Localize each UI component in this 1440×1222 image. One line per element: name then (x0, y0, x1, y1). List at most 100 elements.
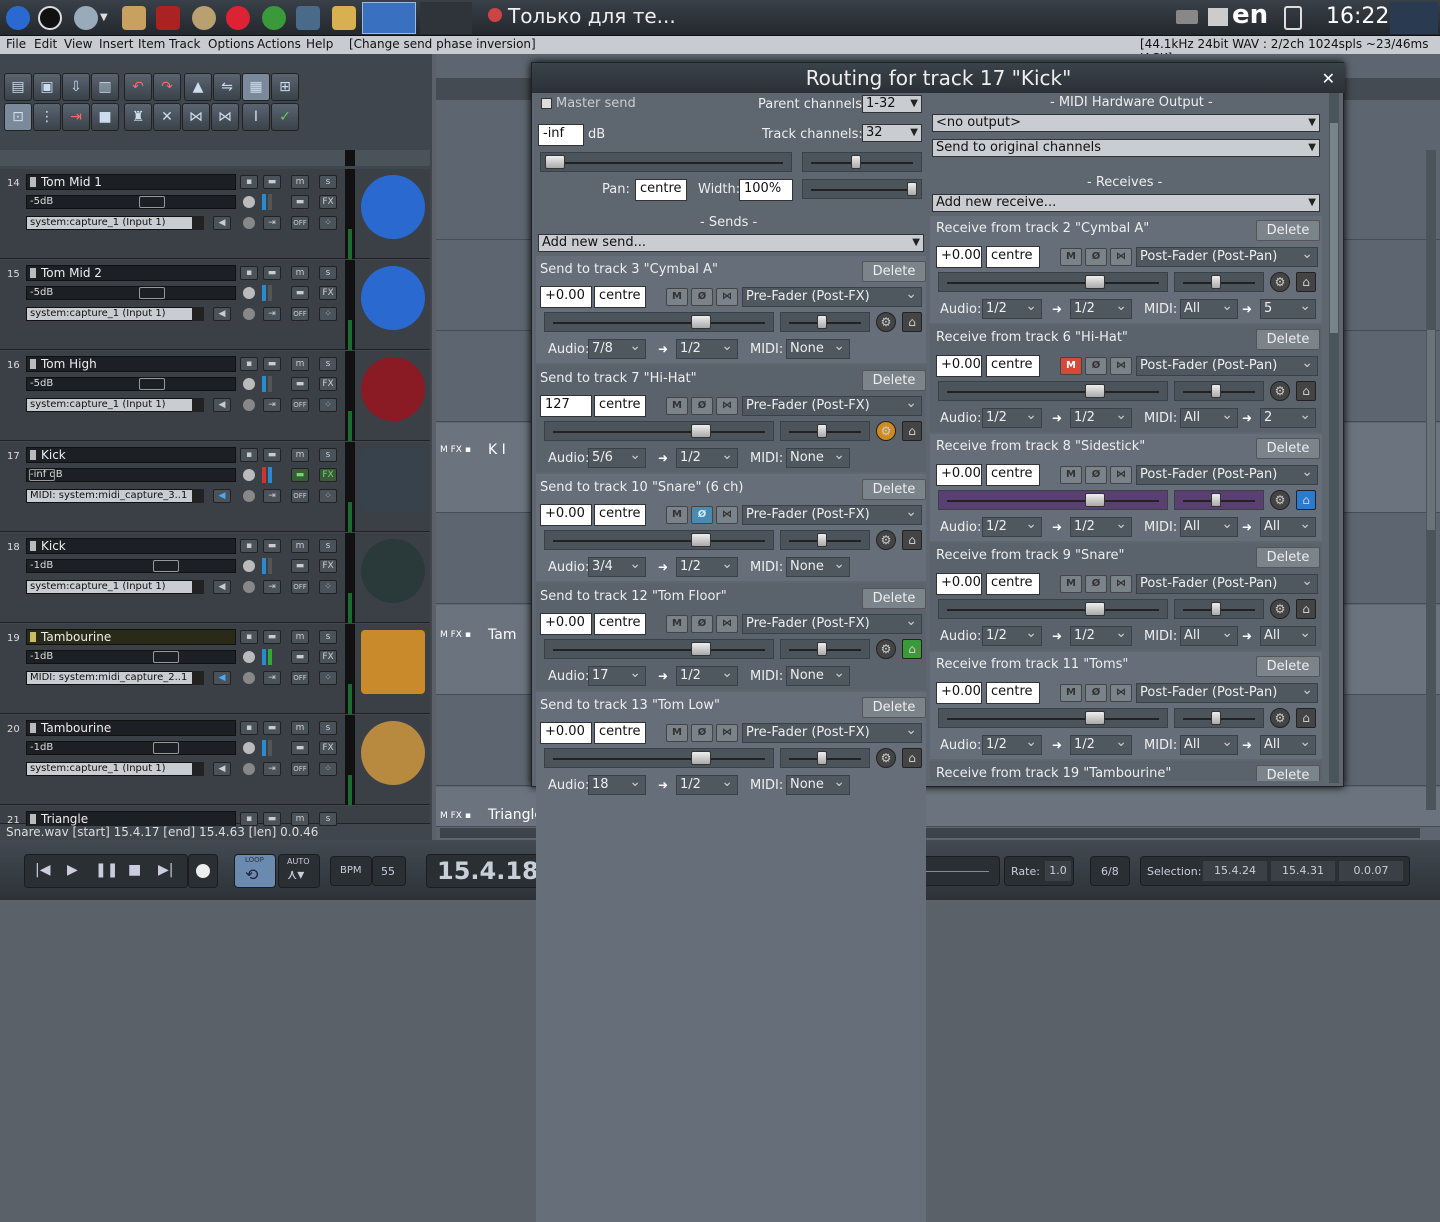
mute-button[interactable]: M (666, 615, 688, 633)
send-pan-slider[interactable] (780, 748, 870, 768)
fx-bypass-icon[interactable]: ▬ (291, 195, 309, 209)
pan-knob-icon[interactable] (243, 651, 255, 663)
phase-invert-button[interactable]: Ø (691, 724, 713, 742)
envelope-icon[interactable]: ⇥ (263, 398, 281, 412)
midi-fader-icon[interactable]: ⚙ (1270, 708, 1290, 728)
bpm-field[interactable]: 55 (372, 856, 406, 886)
send-mode-dropdown[interactable]: Pre-Fader (Post-FX) (742, 503, 922, 525)
phase-icon[interactable]: ▬ (263, 630, 281, 644)
receive-volume-slider[interactable] (938, 599, 1168, 619)
midi-dropdown[interactable]: None (786, 337, 850, 359)
send-pan-slider[interactable] (780, 530, 870, 550)
envelope-icon[interactable]: ⌂ (1296, 381, 1316, 401)
phase-invert-button[interactable]: Ø (1085, 575, 1107, 593)
routing-icon[interactable]: ⁘ (319, 216, 337, 230)
phase-invert-button[interactable]: Ø (691, 397, 713, 415)
desktop-pager[interactable] (1390, 2, 1438, 34)
mono-button[interactable]: ⋈ (1110, 466, 1132, 484)
slider-knob[interactable] (691, 642, 711, 656)
auto-button[interactable]: AUTO ⋏▾ (278, 854, 320, 888)
solo-button[interactable]: s (319, 357, 337, 371)
metronome-icon[interactable]: ▲ (184, 73, 212, 101)
track-name[interactable]: Tambourine (26, 629, 236, 645)
envelope-icon[interactable]: ⇥ (263, 307, 281, 321)
slider-knob[interactable] (1085, 711, 1105, 725)
slider-knob[interactable] (817, 751, 827, 765)
midi-hw-output-dropdown[interactable]: <no output> (932, 114, 1320, 132)
track-14[interactable]: 14 Tom Mid 1 ▪ ▬ m s -5dB ▬ FX system:ca… (0, 169, 430, 259)
volume-fader[interactable]: -5dB (26, 377, 236, 391)
pan-knob-icon[interactable] (243, 378, 255, 390)
midi-dest-dropdown[interactable]: All (1260, 733, 1316, 755)
stop-icon[interactable]: ■ (128, 862, 141, 878)
receive-pan-slider[interactable] (1174, 490, 1264, 510)
delete-send-button[interactable]: Delete (862, 370, 926, 391)
receive-pan-field[interactable]: centre (986, 682, 1040, 704)
midi-dropdown[interactable]: None (786, 773, 850, 795)
volume-fader[interactable]: -5dB (26, 286, 236, 300)
task-button[interactable] (420, 2, 472, 34)
mute-button[interactable]: m (291, 175, 309, 189)
automation-mode-button[interactable]: OFF (291, 398, 309, 412)
envelope-icon[interactable]: ⌂ (1296, 599, 1316, 619)
record-arm-icon[interactable]: ▪ (240, 539, 258, 553)
mute-button[interactable]: m (291, 812, 309, 826)
tambourine-item-label[interactable]: Tam (488, 627, 516, 643)
midi-fader-icon[interactable]: ⚙ (1270, 272, 1290, 292)
audio-source-dropdown[interactable]: 1/2 (982, 733, 1042, 755)
kick-plugin-icon[interactable] (361, 448, 425, 512)
send-pan-field[interactable]: centre (594, 504, 646, 526)
receive-volume-slider[interactable] (938, 708, 1168, 728)
mute-button[interactable]: M (1060, 575, 1082, 593)
snap-icon[interactable]: ⇋ (213, 73, 241, 101)
keyboard-icon[interactable] (1176, 10, 1198, 24)
send-volume-slider[interactable] (544, 748, 774, 768)
send-volume-slider[interactable] (544, 639, 774, 659)
phase-icon[interactable]: ▬ (263, 266, 281, 280)
dialog-scrollbar[interactable] (1329, 93, 1339, 783)
audio-source-dropdown[interactable]: 7/8 (588, 337, 646, 359)
record-arm-icon[interactable]: ▪ (240, 630, 258, 644)
automation-mode-button[interactable]: OFF (291, 762, 309, 776)
receive-mode-dropdown[interactable]: Post-Fader (Post-Pan) (1136, 681, 1318, 703)
monitor-icon[interactable]: ◀ (213, 762, 231, 776)
auto-crossfade-icon[interactable]: ⋈ (182, 103, 210, 131)
menu-options[interactable]: Options (208, 37, 254, 51)
record-button[interactable] (188, 854, 218, 888)
track-19[interactable]: 19 Tambourine ▪ ▬ m s -1dB ▬ FX MIDI: sy… (0, 624, 430, 714)
routing-icon[interactable]: ⁘ (319, 762, 337, 776)
go-to-end-icon[interactable]: ▶| (158, 862, 173, 878)
loop-points-icon[interactable]: ⇥ (62, 103, 90, 131)
go-to-start-icon[interactable]: |◀ (35, 862, 50, 878)
pan-knob-icon[interactable] (243, 287, 255, 299)
audio-source-dropdown[interactable]: 17 (588, 664, 646, 686)
item-buttons-icon[interactable]: M FX ▪ (440, 445, 471, 455)
send-mode-dropdown[interactable]: Pre-Fader (Post-FX) (742, 394, 922, 416)
midi-fader-icon[interactable]: ⚙ (1270, 381, 1290, 401)
send-pan-slider[interactable] (780, 421, 870, 441)
receive-volume-field[interactable]: +0.00 (936, 682, 982, 704)
delete-send-button[interactable]: Delete (862, 588, 926, 609)
phase-icon[interactable]: ▬ (263, 721, 281, 735)
receive-mode-dropdown[interactable]: Post-Fader (Post-Pan) (1136, 354, 1318, 376)
send-pan-field[interactable]: centre (594, 722, 646, 744)
tambourine-plugin-icon[interactable] (361, 630, 425, 694)
track-name[interactable]: Tom Mid 2 (26, 265, 236, 281)
menu-view[interactable]: View (64, 37, 92, 51)
midi-fader-icon[interactable]: ⚙ (1270, 490, 1290, 510)
send-volume-field[interactable]: +0.00 (540, 613, 592, 635)
midi-dropdown[interactable]: None (786, 555, 850, 577)
send-mode-dropdown[interactable]: Pre-Fader (Post-FX) (742, 285, 922, 307)
mute-button[interactable]: m (291, 266, 309, 280)
phase-icon[interactable]: ▬ (263, 812, 281, 826)
automation-mode-button[interactable]: OFF (291, 307, 309, 321)
volume-knob[interactable] (139, 287, 165, 299)
parent-channels-dropdown[interactable]: 1-32 (862, 95, 922, 113)
envelope-icon[interactable]: ⌂ (902, 421, 922, 441)
receive-pan-field[interactable]: centre (986, 246, 1040, 268)
mono-button[interactable]: ⋈ (716, 724, 738, 742)
mono-button[interactable]: ⋈ (716, 288, 738, 306)
master-send-checkbox[interactable] (541, 98, 552, 109)
track-16[interactable]: 16 Tom High ▪ ▬ m s -5dB ▬ FX system:cap… (0, 351, 430, 441)
record-mode-icon[interactable] (243, 399, 255, 411)
